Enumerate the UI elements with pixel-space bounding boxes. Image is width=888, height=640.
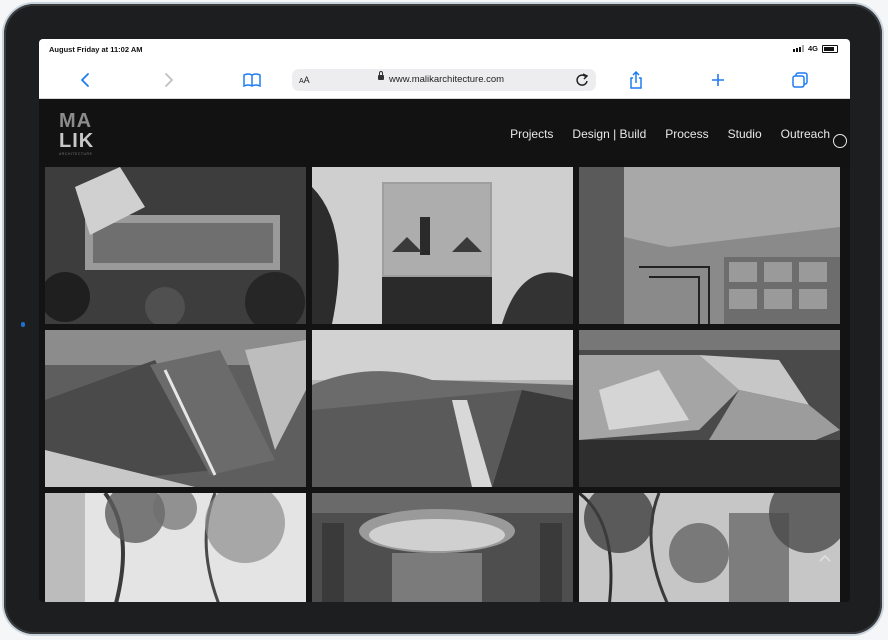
nav-process[interactable]: Process — [665, 127, 708, 141]
status-indicators: 4G — [792, 44, 838, 53]
back-icon[interactable] — [77, 69, 93, 91]
nav-outreach[interactable]: Outreach — [781, 127, 830, 141]
project-grid — [45, 167, 841, 602]
main-nav: Projects Design | Build Process Studio O… — [510, 127, 830, 141]
nav-studio[interactable]: Studio — [728, 127, 762, 141]
project-image-9[interactable] — [579, 493, 840, 602]
camera-dot — [21, 322, 25, 327]
bookmarks-icon[interactable] — [241, 69, 263, 91]
url-text: www.malikarchitecture.com — [389, 74, 505, 85]
signal-icon — [792, 45, 804, 52]
scroll-up-icon[interactable] — [819, 551, 831, 565]
cursor-indicator — [833, 134, 847, 148]
forward-icon[interactable] — [161, 69, 177, 91]
browser-chrome: August Friday at 11:02 AM 4G AA www.mali… — [39, 39, 850, 99]
tabs-icon[interactable] — [791, 69, 809, 91]
site-logo[interactable]: MA LIK ARCHITECTURE — [59, 110, 109, 156]
nav-projects[interactable]: Projects — [510, 127, 553, 141]
status-time: August Friday at 11:02 AM — [49, 45, 143, 54]
project-image-3[interactable] — [579, 167, 840, 324]
project-image-1[interactable] — [45, 167, 306, 324]
lock-icon — [378, 71, 384, 80]
project-image-6[interactable] — [579, 330, 840, 487]
screen: August Friday at 11:02 AM 4G AA www.mali… — [39, 39, 850, 602]
project-image-2[interactable] — [312, 167, 573, 324]
battery-icon — [822, 44, 838, 53]
project-image-8[interactable] — [312, 493, 573, 602]
reload-icon[interactable] — [575, 72, 589, 93]
project-image-4[interactable] — [45, 330, 306, 487]
network-label: 4G — [807, 44, 818, 53]
project-image-5[interactable] — [312, 330, 573, 487]
address-bar[interactable]: AA www.malikarchitecture.com — [292, 69, 596, 91]
text-size-button[interactable]: AA — [299, 75, 310, 85]
site-header: MA LIK ARCHITECTURE Projects Design | Bu… — [39, 99, 850, 167]
new-tab-icon[interactable] — [709, 69, 727, 91]
nav-design-build[interactable]: Design | Build — [572, 127, 646, 141]
share-icon[interactable] — [627, 69, 645, 91]
project-image-7[interactable] — [45, 493, 306, 602]
